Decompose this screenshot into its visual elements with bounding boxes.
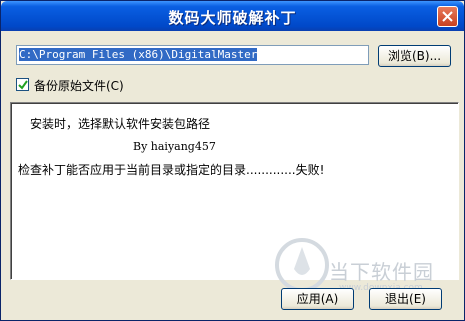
- exit-button[interactable]: 退出(E): [369, 288, 442, 310]
- browse-button[interactable]: 浏览(B)...: [378, 45, 451, 67]
- patch-window: 数码大师破解补丁 C:\Program Files (x86)\DigitalM…: [0, 0, 465, 321]
- install-path-input[interactable]: C:\Program Files (x86)\DigitalMaster: [16, 45, 369, 65]
- title-bar: 数码大师破解补丁: [1, 1, 464, 31]
- backup-checkbox[interactable]: [16, 78, 29, 91]
- watermark-text: 当下软件园: [329, 260, 434, 284]
- log-line-author: By haiyang457: [133, 140, 216, 153]
- close-button[interactable]: [437, 6, 458, 27]
- apply-button[interactable]: 应用(A): [281, 288, 354, 310]
- install-path-value: C:\Program Files (x86)\DigitalMaster: [19, 48, 258, 61]
- close-icon: [442, 11, 453, 22]
- checkmark-icon: [18, 80, 28, 90]
- watermark-logo-icon: [275, 238, 329, 292]
- log-panel: 安装时，选择默认软件安装包路径 By haiyang457 检查补丁能否应用于当…: [10, 102, 459, 280]
- log-line: 安装时，选择默认软件安装包路径: [30, 117, 211, 131]
- backup-option-label: 备份原始文件(C): [34, 79, 124, 93]
- log-line-status: 检查补丁能否应用于当前目录或指定的目录.............失败!: [18, 163, 325, 177]
- window-title: 数码大师破解补丁: [168, 9, 297, 27]
